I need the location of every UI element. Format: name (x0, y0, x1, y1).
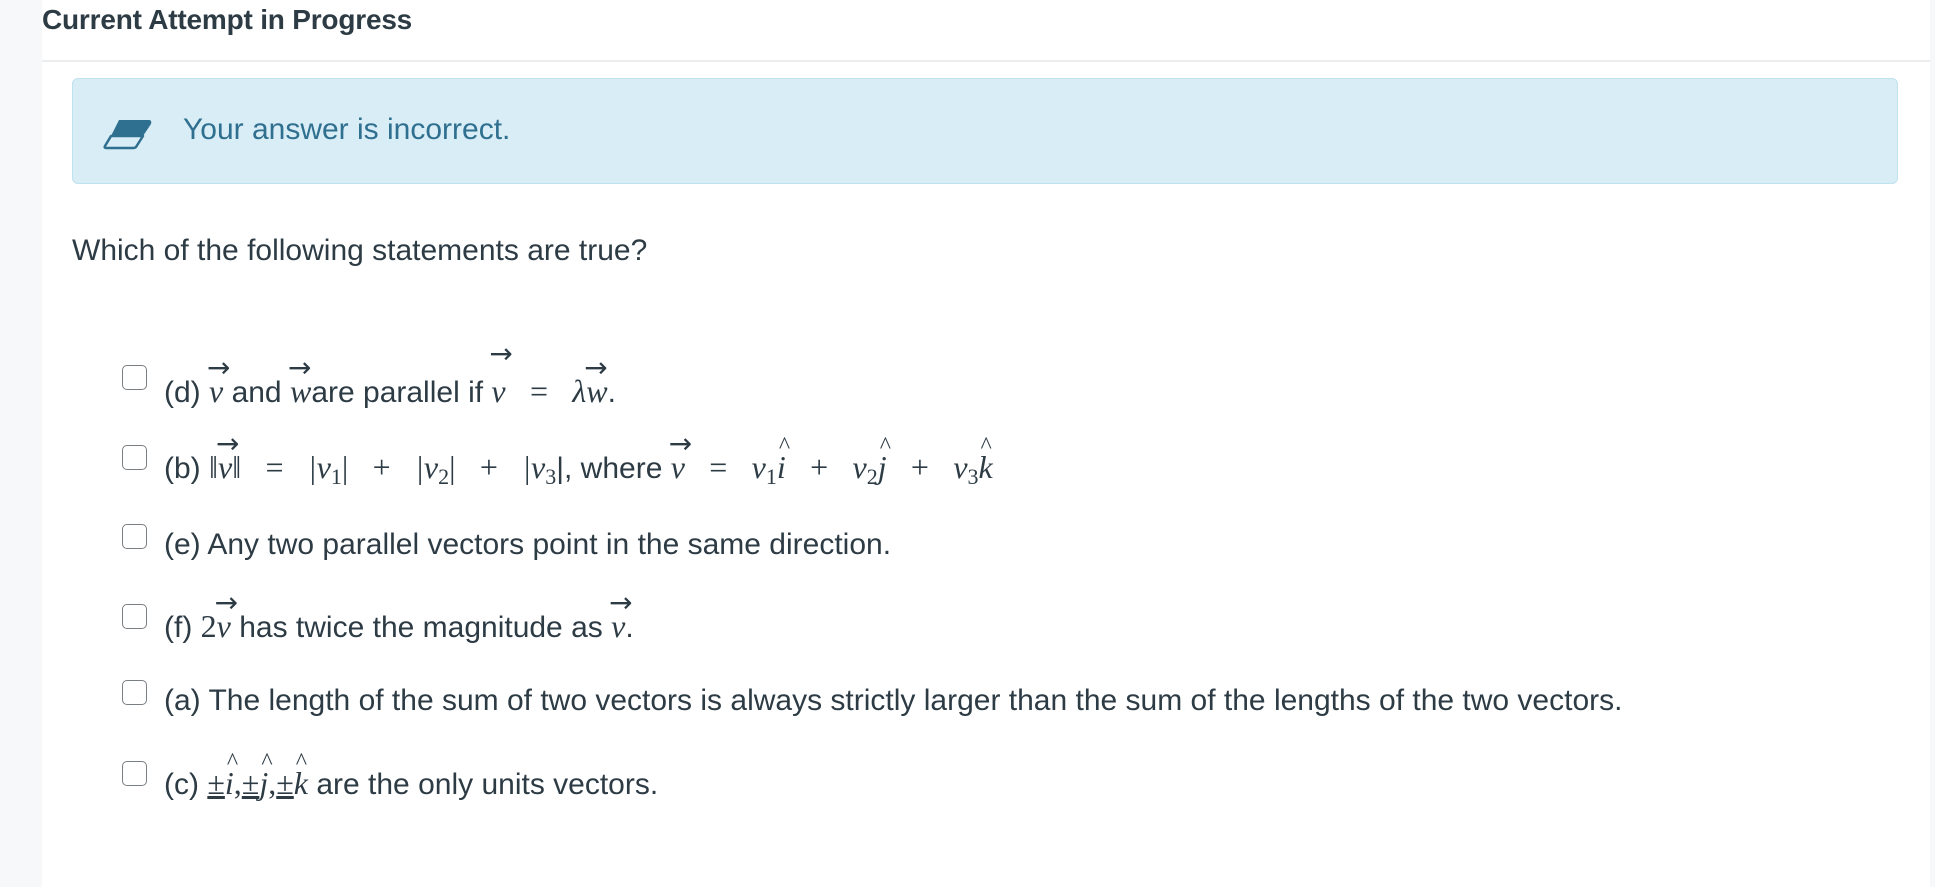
plus-sign: + (372, 449, 391, 485)
subscript: 2 (438, 464, 450, 489)
unit-i: i (225, 749, 238, 802)
option-statement: are the only units vectors. (316, 768, 659, 801)
period: . (607, 376, 616, 409)
equals-sign: = (265, 449, 284, 485)
subscript: 1 (330, 464, 342, 489)
abs-v3: |v (522, 449, 546, 485)
component-v: v (852, 449, 867, 485)
vector-v: v (669, 427, 693, 486)
text-and: and (231, 376, 282, 409)
abs-v2: |v (415, 449, 439, 485)
subscript: 3 (545, 464, 557, 489)
vector-v: v (216, 427, 240, 486)
option-statement: has twice the magnitude as (239, 611, 603, 644)
option-b-text: (b) ‖v‖ = |v1| + |v2| + |v3|, where v = … (164, 427, 993, 490)
unit-j: j (878, 433, 891, 486)
plus-minus: ± (207, 765, 225, 801)
checkbox-f[interactable] (122, 604, 147, 629)
option-label: (d) (164, 376, 201, 409)
option-statement: The length of the sum of two vectors is … (208, 684, 1623, 717)
vector-w: w (584, 351, 608, 410)
option-label: (f) (164, 611, 193, 644)
option-label: (a) (164, 684, 201, 717)
feedback-banner: Your answer is incorrect. (72, 78, 1898, 184)
option-a-text: (a) The length of the sum of two vectors… (164, 684, 1622, 718)
option-label: (c) (164, 768, 199, 801)
unit-k: k (294, 749, 308, 802)
plus-sign: + (479, 449, 498, 485)
plus-sign: + (910, 449, 929, 485)
equals-sign: = (529, 373, 549, 409)
subscript: 2 (866, 464, 878, 489)
option-d-text: (d) v and ware parallel if v = λw. (164, 337, 616, 410)
option-label: (e) (164, 528, 201, 561)
content-panel: Current Attempt in Progress Your answer … (42, 0, 1930, 887)
vector-v: v (489, 337, 513, 410)
checkbox-b[interactable] (122, 445, 147, 470)
option-statement: Any two parallel vectors point in the sa… (207, 528, 892, 561)
subscript: 3 (967, 464, 979, 489)
vector-w: w (288, 351, 312, 410)
text-where: |, where (556, 452, 663, 485)
vector-v: v (215, 586, 239, 645)
plus-minus: ± (276, 765, 294, 801)
option-f-text: (f) 2v has twice the magnitude as v. (164, 586, 634, 645)
checkbox-c[interactable] (122, 761, 147, 786)
abs-close: | (449, 449, 456, 485)
page-title: Current Attempt in Progress (42, 4, 413, 35)
abs-v1: |v (307, 449, 331, 485)
text-parallel: are parallel if (311, 376, 484, 409)
equals-sign: = (709, 449, 728, 485)
eraser-icon (103, 118, 153, 150)
option-e-text: (e) Any two parallel vectors point in th… (164, 528, 891, 562)
feedback-message: Your answer is incorrect. (183, 113, 511, 146)
vector-v: v (609, 586, 633, 645)
option-c-text: (c) ±i,±j,±k are the only units vectors. (164, 749, 659, 802)
subscript: 1 (765, 464, 777, 489)
component-v: v (953, 449, 968, 485)
component-v: v (751, 449, 766, 485)
unit-j: j (259, 749, 272, 802)
unit-k: k (979, 433, 993, 486)
checkbox-a[interactable] (122, 680, 147, 705)
checkbox-e[interactable] (122, 524, 147, 549)
abs-close: | (341, 449, 349, 485)
plus-sign: + (810, 449, 829, 485)
checkbox-d[interactable] (122, 365, 147, 390)
plus-minus: ± (241, 765, 260, 801)
vector-v: v (207, 351, 231, 410)
unit-i: i (777, 433, 790, 486)
question-prompt: Which of the following statements are tr… (72, 234, 648, 267)
divider (42, 60, 1930, 62)
option-label: (b) (164, 452, 201, 485)
